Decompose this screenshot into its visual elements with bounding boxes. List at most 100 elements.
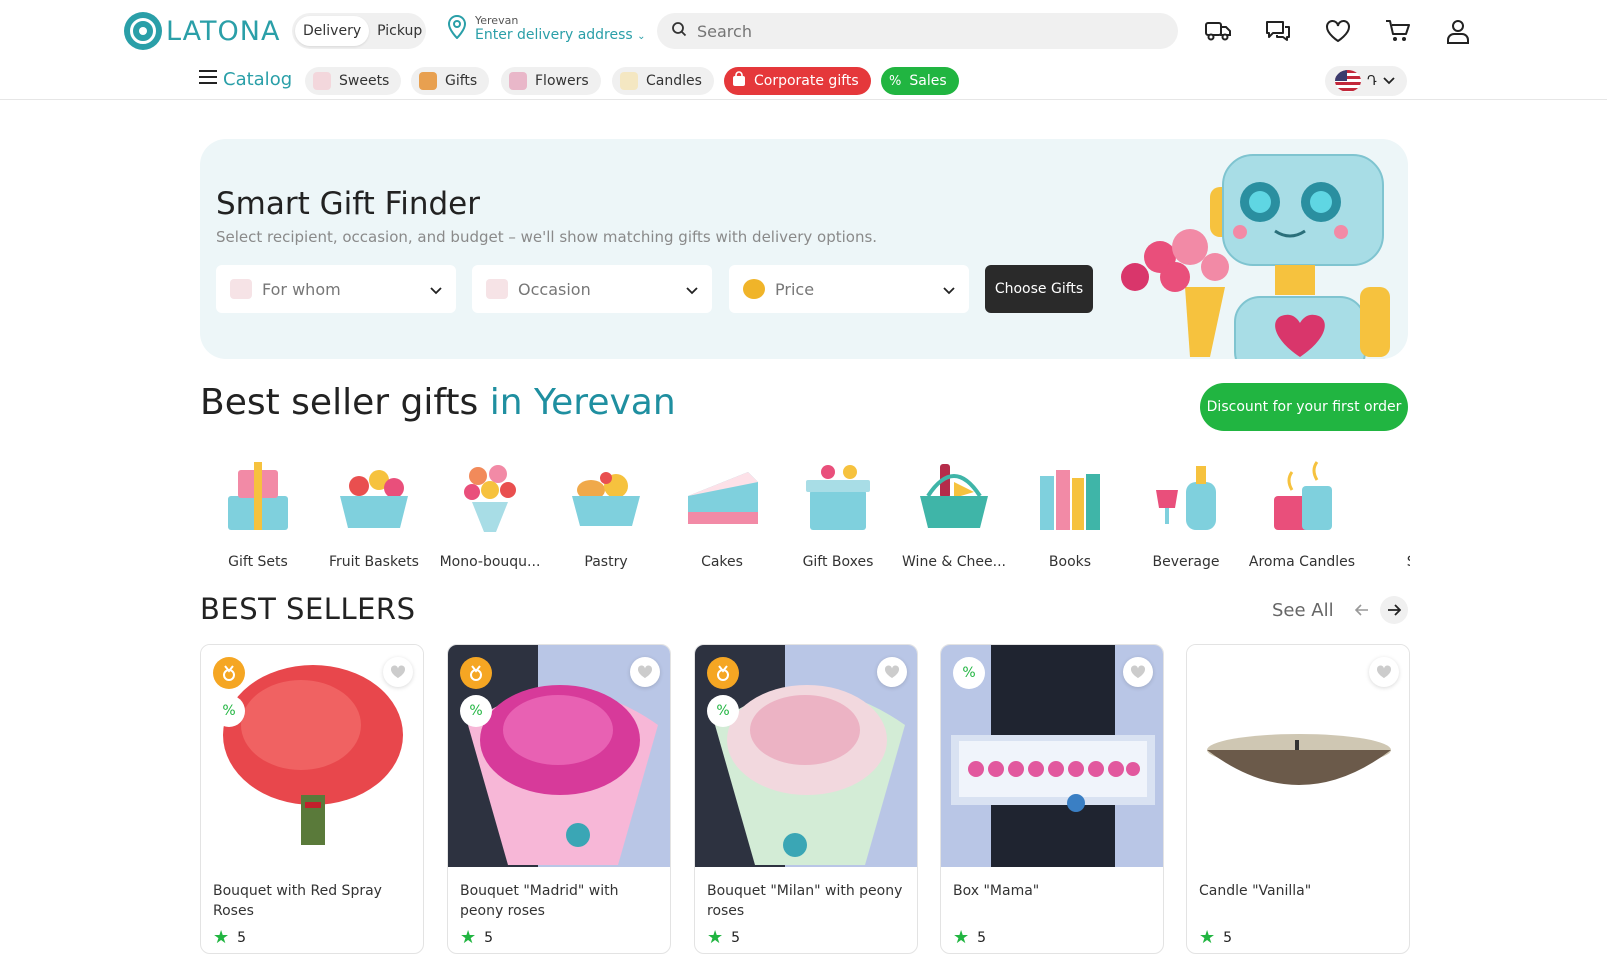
discount-badge-icon: %: [460, 695, 492, 727]
candle-icon: [620, 72, 638, 90]
category-fruit-baskets[interactable]: Fruit Baskets: [316, 450, 432, 570]
pastry-icon: [572, 472, 640, 526]
favorite-heart-icon[interactable]: [1123, 657, 1153, 687]
aroma-candle-icon: [1274, 461, 1332, 530]
heading-city: in Yerevan: [489, 382, 676, 423]
category-carousel: Gift Sets Fruit Baskets Mono-bouqu... Pa…: [200, 450, 1410, 570]
category-label: Fruit Baskets: [329, 554, 419, 570]
product-card[interactable]: % Bouquet "Madrid" with peony roses ★ 5: [447, 644, 671, 954]
product-card[interactable]: % Bouquet with Red Spray Roses ★ 5: [200, 644, 424, 954]
category-books[interactable]: Books: [1012, 450, 1128, 570]
for-whom-select[interactable]: For whom: [216, 265, 456, 313]
product-name[interactable]: Bouquet with Red Spray Roses: [213, 881, 413, 921]
select-label: Occasion: [518, 279, 591, 299]
see-all-link[interactable]: See All: [1272, 600, 1334, 621]
pickup-option[interactable]: Pickup: [369, 16, 430, 46]
percent-icon: %: [889, 73, 902, 89]
category-wine-cheese[interactable]: Wine & Chee...: [896, 450, 1012, 570]
favorite-heart-icon[interactable]: [1369, 657, 1399, 687]
favorite-heart-icon[interactable]: [383, 657, 413, 687]
brand-name: LATONA: [166, 15, 281, 47]
occasion-select[interactable]: Occasion: [472, 265, 712, 313]
product-rating: ★ 5: [460, 927, 493, 948]
category-gift-boxes[interactable]: Gift Boxes: [780, 450, 896, 570]
arrow-left-icon[interactable]: [1348, 596, 1376, 624]
category-label: Pastry: [584, 554, 628, 570]
chevron-down-icon: [686, 280, 698, 299]
cart-icon[interactable]: [1384, 17, 1412, 45]
favorites-heart-icon[interactable]: [1324, 17, 1352, 45]
product-name[interactable]: Box "Mama": [953, 881, 1153, 901]
category-gift-sets[interactable]: Gift Sets: [200, 450, 316, 570]
category-pastry[interactable]: Pastry: [548, 450, 664, 570]
category-beverage[interactable]: Beverage: [1128, 450, 1244, 570]
finder-title: Smart Gift Finder: [216, 186, 480, 222]
select-label: For whom: [262, 279, 341, 299]
category-label: Cakes: [701, 554, 743, 570]
medal-badge-icon: [707, 657, 739, 689]
gift-icon: [419, 72, 437, 90]
delivery-mode-toggle: Delivery Pickup: [292, 13, 426, 49]
nav-chip-candles[interactable]: Candles: [612, 67, 714, 95]
language-label: Դ: [1367, 73, 1377, 89]
fruit-basket-icon: [340, 470, 408, 528]
language-selector[interactable]: Դ: [1325, 66, 1407, 96]
category-label: Beverage: [1152, 554, 1220, 570]
top-header: LATONA Delivery Pickup Yerevan Enter del…: [0, 0, 1607, 100]
nav-chip-flowers[interactable]: Flowers: [501, 67, 601, 95]
product-name[interactable]: Bouquet "Madrid" with peony roses: [460, 881, 660, 921]
category-label: Books: [1048, 554, 1092, 570]
search-input[interactable]: [697, 21, 1137, 41]
user-account-icon[interactable]: [1444, 17, 1472, 45]
chip-label: Candles: [646, 73, 702, 89]
arrow-right-icon[interactable]: [1380, 596, 1408, 624]
category-mono-bouquets[interactable]: Mono-bouqu...: [432, 450, 548, 570]
bouquet-icon: [464, 465, 516, 532]
location-pin-icon: [447, 14, 467, 43]
product-card[interactable]: Candle "Vanilla" ★ 5: [1186, 644, 1410, 954]
product-rating: ★ 5: [213, 927, 246, 948]
delivery-option[interactable]: Delivery: [295, 16, 370, 46]
catalog-button[interactable]: Catalog: [199, 69, 292, 90]
coins-icon: [743, 279, 765, 299]
category-label: Gift Boxes: [802, 554, 874, 570]
category-soft-toys[interactable]: Sof: [1360, 450, 1410, 570]
favorite-heart-icon[interactable]: [630, 657, 660, 687]
category-aroma-candles[interactable]: Aroma Candles: [1244, 450, 1360, 570]
chevron-down-icon: [1383, 74, 1395, 89]
rating-value: 5: [237, 929, 247, 946]
discount-badge-icon: %: [953, 657, 985, 689]
product-name[interactable]: Bouquet "Milan" with peony roses: [707, 881, 907, 921]
wine-cheese-icon: [920, 464, 988, 528]
product-name[interactable]: Candle "Vanilla": [1199, 881, 1399, 901]
cake-icon: [313, 72, 331, 90]
nav-chip-sales[interactable]: % Sales: [881, 67, 959, 95]
star-icon: ★: [460, 927, 477, 948]
select-label: Price: [775, 279, 815, 299]
favorite-heart-icon[interactable]: [877, 657, 907, 687]
product-card[interactable]: % Box "Mama" ★ 5: [940, 644, 1164, 954]
category-cakes[interactable]: Cakes: [664, 450, 780, 570]
gift-set-icon: [228, 462, 288, 530]
brand-logo[interactable]: LATONA: [124, 12, 280, 50]
calendar-icon: [486, 279, 508, 299]
chat-icon[interactable]: [1264, 17, 1292, 45]
chevron-down-icon: [943, 280, 955, 299]
product-rating: ★ 5: [1199, 927, 1232, 948]
chip-label: Sweets: [339, 73, 390, 89]
category-label: Mono-bouqu...: [439, 554, 541, 570]
nav-chip-sweets[interactable]: Sweets: [305, 67, 402, 95]
nav-chip-gifts[interactable]: Gifts: [411, 67, 490, 95]
price-select[interactable]: Price: [729, 265, 969, 313]
choose-gifts-button[interactable]: Choose Gifts: [985, 265, 1093, 313]
category-label: Gift Sets: [228, 554, 288, 570]
chip-label: Corporate gifts: [754, 73, 859, 89]
product-card[interactable]: % Bouquet "Milan" with peony roses ★ 5: [694, 644, 918, 954]
discount-badge-icon: %: [213, 695, 245, 727]
delivery-address-selector[interactable]: Yerevan Enter delivery address ⌄: [447, 14, 646, 43]
nav-chip-corporate-gifts[interactable]: Corporate gifts: [724, 67, 871, 95]
first-order-discount-button[interactable]: Discount for your first order: [1200, 383, 1408, 431]
flower-icon: [509, 72, 527, 90]
address-prompt: Enter delivery address: [475, 27, 633, 43]
delivery-truck-icon[interactable]: [1204, 17, 1232, 45]
